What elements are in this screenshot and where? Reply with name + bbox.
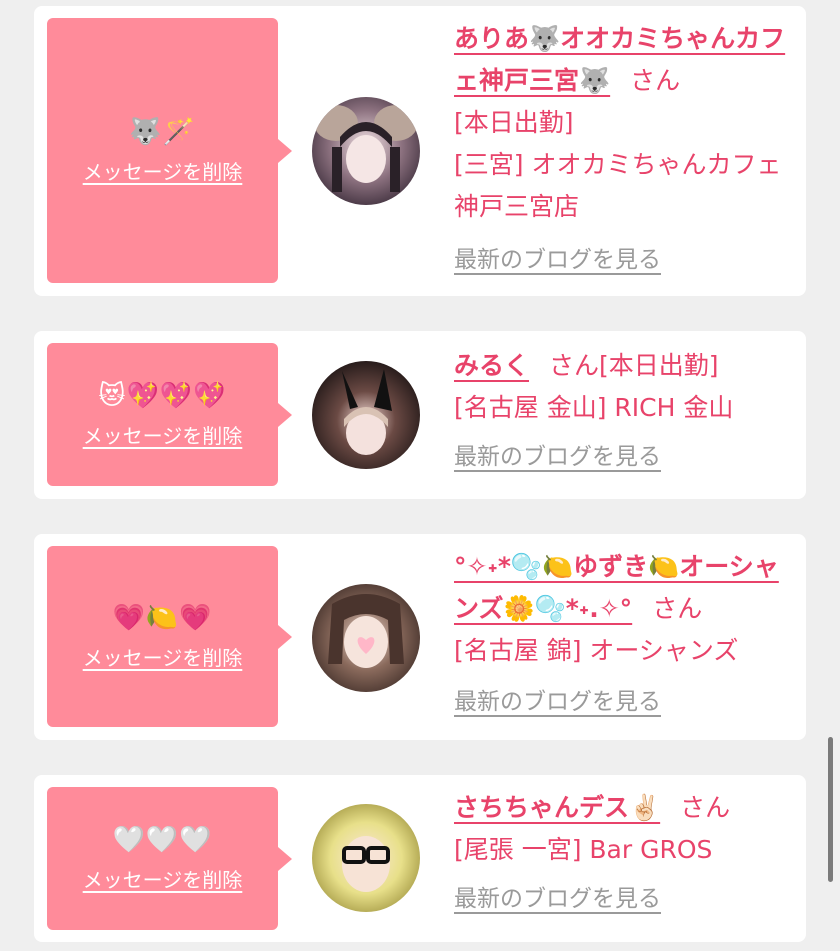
avatar-photo-icon: [312, 804, 420, 912]
profile-info: さちちゃんデス✌🏻 さん [尾張 一宮] Bar GROS 最新のブログを見る: [454, 787, 794, 920]
avatar-photo-icon: [312, 361, 420, 469]
avatar-photo-icon: [312, 97, 420, 205]
attendance-status: [本日出勤]: [599, 351, 719, 380]
avatar[interactable]: [312, 97, 420, 205]
favorite-card: 🐺🪄 メッセージを削除 ありあ🐺オオカミちゃんカフェ神戸三宮🐺 さん [本日出勤]…: [34, 6, 806, 296]
profile-info: ありあ🐺オオカミちゃんカフェ神戸三宮🐺 さん [本日出勤] [三宮] オオカミちゃ…: [454, 18, 794, 281]
favorite-card: 😻💖💖💖 メッセージを削除 みるく さん[本日出勤] [名古屋 金山] RICH …: [34, 331, 806, 499]
profile-name-link[interactable]: ありあ🐺オオカミちゃんカフェ神戸三宮🐺: [454, 24, 785, 95]
latest-blog-link[interactable]: 最新のブログを見る: [454, 436, 661, 478]
latest-blog-link[interactable]: 最新のブログを見る: [454, 681, 661, 723]
latest-blog-link[interactable]: 最新のブログを見る: [454, 239, 661, 281]
shop-name: [名古屋 金山] RICH 金山: [454, 393, 734, 422]
message-bubble: 🐺🪄 メッセージを削除: [47, 18, 278, 283]
profile-info: みるく さん[本日出勤] [名古屋 金山] RICH 金山 最新のブログを見る: [454, 345, 794, 478]
honorific-suffix: さん: [549, 351, 600, 380]
delete-message-link[interactable]: メッセージを削除: [83, 156, 243, 185]
latest-blog-link[interactable]: 最新のブログを見る: [454, 878, 661, 920]
delete-message-link[interactable]: メッセージを削除: [83, 642, 243, 671]
avatar[interactable]: [312, 361, 420, 469]
avatar[interactable]: [312, 804, 420, 912]
honorific-suffix: さん: [630, 66, 681, 95]
profile-name-link[interactable]: みるく: [454, 351, 529, 380]
scrollbar[interactable]: [828, 737, 833, 882]
shop-name: [名古屋 錦] オーシャンズ: [454, 636, 739, 665]
profile-name-link[interactable]: さちちゃんデス✌🏻: [454, 793, 660, 822]
shop-name: [尾張 一宮] Bar GROS: [454, 835, 713, 864]
delete-message-link[interactable]: メッセージを削除: [83, 420, 243, 449]
favorite-card: 🤍🤍🤍 メッセージを削除 さちちゃんデス✌🏻 さん [尾張 一宮] Bar GRO…: [34, 775, 806, 942]
message-bubble: 😻💖💖💖 メッセージを削除: [47, 343, 278, 486]
avatar[interactable]: [312, 584, 420, 692]
favorite-card: 💗🍋💗 メッセージを削除 °✧˖*🫧🍋ゆずき🍋オーシャンズ🌼🫧*˖.✧° さん […: [34, 534, 806, 740]
profile-name-link[interactable]: °✧˖*🫧🍋ゆずき🍋オーシャンズ🌼🫧*˖.✧°: [454, 552, 779, 623]
bubble-emoji: 🐺🪄: [129, 117, 196, 147]
message-bubble: 🤍🤍🤍 メッセージを削除: [47, 787, 278, 930]
profile-info: °✧˖*🫧🍋ゆずき🍋オーシャンズ🌼🫧*˖.✧° さん [名古屋 錦] オーシャンズ…: [454, 546, 794, 723]
delete-message-link[interactable]: メッセージを削除: [83, 864, 243, 893]
honorific-suffix: さん: [680, 793, 731, 822]
bubble-emoji: 💗🍋💗: [112, 603, 213, 633]
bubble-emoji: 😻💖💖💖: [98, 381, 227, 411]
message-bubble: 💗🍋💗 メッセージを削除: [47, 546, 278, 727]
shop-name: [三宮] オオカミちゃんカフェ神戸三宮店: [454, 150, 782, 221]
attendance-status: [本日出勤]: [454, 108, 574, 137]
honorific-suffix: さん: [652, 594, 703, 623]
avatar-photo-icon: [312, 584, 420, 692]
bubble-emoji: 🤍🤍🤍: [112, 825, 213, 855]
